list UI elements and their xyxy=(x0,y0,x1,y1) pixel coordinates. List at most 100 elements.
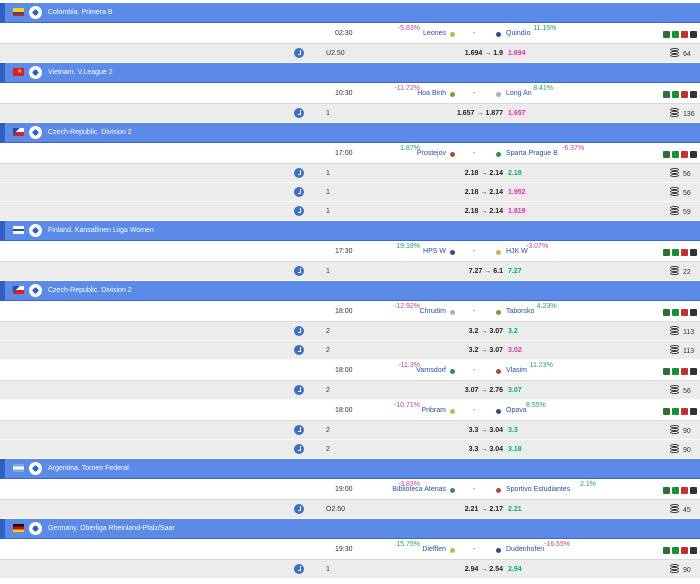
away-team-link[interactable]: Taborsko xyxy=(506,308,534,315)
away-team-link[interactable]: Sportivo Estudiantes xyxy=(506,486,570,493)
home-team-link[interactable]: HPS W xyxy=(423,248,446,255)
away-team-link[interactable]: Vlasim xyxy=(506,367,527,374)
current-odds[interactable]: 2.94 xyxy=(506,565,524,574)
current-odds[interactable]: 3.07 xyxy=(506,386,524,395)
info-icon[interactable] xyxy=(690,408,697,415)
league-header[interactable]: ★ Vietnam. V.League 2 xyxy=(0,63,700,83)
match-row[interactable]: 18:00 -10.71% Pribram - Opava 8.55% xyxy=(0,400,700,421)
odds-row[interactable]: 2 3.2 → 3.07 3.2 113 xyxy=(0,322,700,341)
check-icon[interactable] xyxy=(672,487,679,494)
current-odds[interactable]: 2.18 xyxy=(506,169,524,178)
match-row[interactable]: 19:30 15.75% Diefflen - Dudenhofen -16.55% xyxy=(0,539,700,560)
match-row[interactable]: 17:00 1.87% Prostejov - Sparta Prague B -6.37… xyxy=(0,143,700,164)
chart-icon[interactable] xyxy=(663,249,670,256)
league-name[interactable]: Germany. Oberliga Rheinland-Pfalz/Saar xyxy=(48,525,175,532)
clock-icon[interactable] xyxy=(294,206,304,216)
current-odds[interactable]: 7.27 xyxy=(506,267,524,276)
odds-row[interactable]: 2 3.3 → 3.04 3.3 90 xyxy=(0,421,700,440)
odds-row[interactable]: 1 7.27 → 6.1 7.27 22 xyxy=(0,262,700,281)
league-name[interactable]: Argentina. Torneo Federal xyxy=(48,465,129,472)
close-icon[interactable] xyxy=(681,547,688,554)
league-header[interactable]: Czech-Republic. Division 2 xyxy=(0,281,700,301)
current-odds[interactable]: 1.694 xyxy=(506,49,528,58)
odds-row[interactable]: 2 3.2 → 3.07 3.02 113 xyxy=(0,341,700,360)
home-team-link[interactable]: Leones xyxy=(423,30,446,37)
away-team-link[interactable]: Sparta Prague B xyxy=(506,150,558,157)
check-icon[interactable] xyxy=(672,309,679,316)
clock-icon[interactable] xyxy=(294,326,304,336)
odds-row[interactable]: 1 2.18 → 2.14 1.819 59 xyxy=(0,202,700,221)
close-icon[interactable] xyxy=(681,487,688,494)
current-odds[interactable]: 3.3 xyxy=(506,426,520,435)
check-icon[interactable] xyxy=(672,31,679,38)
home-team-link[interactable]: Biblioteca Atenas xyxy=(392,486,446,493)
close-icon[interactable] xyxy=(681,408,688,415)
clock-icon[interactable] xyxy=(294,504,304,514)
chart-icon[interactable] xyxy=(663,408,670,415)
away-team-link[interactable]: Quindío xyxy=(506,30,531,37)
chart-icon[interactable] xyxy=(663,91,670,98)
clock-icon[interactable] xyxy=(294,425,304,435)
clock-icon[interactable] xyxy=(294,444,304,454)
home-team-link[interactable]: Chrudim xyxy=(420,308,446,315)
clock-icon[interactable] xyxy=(294,187,304,197)
odds-row[interactable]: 2 3.3 → 3.04 3.18 90 xyxy=(0,440,700,459)
close-icon[interactable] xyxy=(681,368,688,375)
close-icon[interactable] xyxy=(681,31,688,38)
league-name[interactable]: Finland. Kansallinen Liiga Women xyxy=(48,227,154,234)
match-row[interactable]: 18:00 -12.92% Chrudim - Taborsko 4.23% xyxy=(0,301,700,322)
clock-icon[interactable] xyxy=(294,345,304,355)
info-icon[interactable] xyxy=(690,309,697,316)
check-icon[interactable] xyxy=(672,91,679,98)
league-header[interactable]: Czech-Republic. Division 2 xyxy=(0,123,700,143)
match-row[interactable]: 19:00 -3.83% Biblioteca Atenas - Sportivo Es… xyxy=(0,479,700,500)
home-team-link[interactable]: Diefflen xyxy=(422,546,446,553)
odds-row[interactable]: 1 1.657 → 1.877 1.657 136 xyxy=(0,104,700,123)
clock-icon[interactable] xyxy=(294,385,304,395)
match-row[interactable]: 02:30 -5.83% Leones - Quindío 11.15% xyxy=(0,23,700,44)
league-header[interactable]: Argentina. Torneo Federal xyxy=(0,459,700,479)
current-odds[interactable]: 1.657 xyxy=(506,109,528,118)
home-team-link[interactable]: Prostejov xyxy=(417,150,446,157)
chart-icon[interactable] xyxy=(663,151,670,158)
close-icon[interactable] xyxy=(681,91,688,98)
chart-icon[interactable] xyxy=(663,309,670,316)
close-icon[interactable] xyxy=(681,151,688,158)
odds-row[interactable]: U2.50 1.694 → 1.9 1.694 64 xyxy=(0,44,700,63)
clock-icon[interactable] xyxy=(294,266,304,276)
info-icon[interactable] xyxy=(690,487,697,494)
chart-icon[interactable] xyxy=(663,487,670,494)
info-icon[interactable] xyxy=(690,249,697,256)
chart-icon[interactable] xyxy=(663,368,670,375)
odds-row[interactable]: O2.50 2.21 → 2.17 2.21 45 xyxy=(0,500,700,519)
current-odds[interactable]: 3.2 xyxy=(506,327,520,336)
league-header[interactable]: Germany. Oberliga Rheinland-Pfalz/Saar xyxy=(0,519,700,539)
close-icon[interactable] xyxy=(681,249,688,256)
chart-icon[interactable] xyxy=(663,547,670,554)
league-name[interactable]: Colombia. Primera B xyxy=(48,9,113,16)
current-odds[interactable]: 3.18 xyxy=(506,445,524,454)
check-icon[interactable] xyxy=(672,249,679,256)
away-team-link[interactable]: HJK W xyxy=(506,248,528,255)
home-team-link[interactable]: Varnsdorf xyxy=(416,367,446,374)
current-odds[interactable]: 3.02 xyxy=(506,346,524,355)
clock-icon[interactable] xyxy=(294,48,304,58)
odds-row[interactable]: 1 2.18 → 2.14 1.952 56 xyxy=(0,183,700,202)
clock-icon[interactable] xyxy=(294,108,304,118)
current-odds[interactable]: 1.819 xyxy=(506,207,528,216)
info-icon[interactable] xyxy=(690,31,697,38)
info-icon[interactable] xyxy=(690,151,697,158)
league-header[interactable]: Finland. Kansallinen Liiga Women xyxy=(0,221,700,241)
away-team-link[interactable]: Dudenhofen xyxy=(506,546,544,553)
check-icon[interactable] xyxy=(672,547,679,554)
home-team-link[interactable]: Pribram xyxy=(421,407,446,414)
away-team-link[interactable]: Long An xyxy=(506,90,532,97)
close-icon[interactable] xyxy=(681,309,688,316)
current-odds[interactable]: 2.21 xyxy=(506,505,524,514)
match-row[interactable]: 10:30 -11.72% Hoa Binh - Long An 8.41% xyxy=(0,83,700,104)
league-name[interactable]: Czech-Republic. Division 2 xyxy=(48,129,132,136)
odds-row[interactable]: 2 3.07 → 2.76 3.07 56 xyxy=(0,381,700,400)
away-team-link[interactable]: Opava xyxy=(506,407,527,414)
check-icon[interactable] xyxy=(672,151,679,158)
check-icon[interactable] xyxy=(672,368,679,375)
